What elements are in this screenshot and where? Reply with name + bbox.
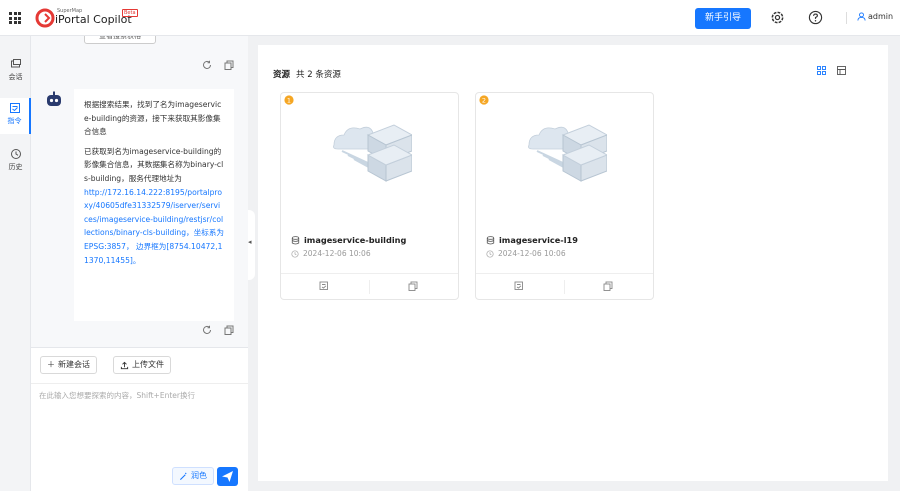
help-icon[interactable] (808, 10, 823, 25)
send-icon (222, 471, 233, 482)
nav-item-chat[interactable]: 会话 (0, 54, 31, 90)
nav-item-command[interactable]: 指令 (0, 98, 31, 134)
details-icon[interactable] (514, 281, 524, 291)
resource-name: imageservice-l19 (486, 235, 578, 245)
chat-messages[interactable]: 查看搜索表格 根据搜索结果，找到了名为imageservice-building… (31, 36, 248, 347)
assistant-message: 根据搜索结果，找到了名为imageservice-building的资源，接下来… (74, 89, 234, 321)
resource-time-text: 2024-12-06 10:06 (498, 249, 566, 258)
grid-view-icon[interactable] (817, 66, 826, 75)
beta-badge: Beta (122, 9, 138, 17)
copy-icon[interactable] (224, 325, 234, 335)
upload-label: 上传文件 (132, 360, 164, 369)
resource-name-text[interactable]: imageservice-l19 (499, 235, 578, 245)
nav-label-command: 指令 (7, 117, 22, 125)
collapse-panel-handle[interactable] (248, 210, 255, 280)
new-chat-button[interactable]: ＋ 新建会话 (40, 356, 97, 374)
username: admin (868, 12, 894, 21)
resource-time: 2024-12-06 10:06 (291, 249, 371, 258)
image-service-thumbnail (528, 124, 607, 182)
database-icon (291, 235, 300, 244)
rank-number: 1 (287, 96, 291, 104)
top-header: SuperMap iPortal Copilot Beta 新手引导 admin (0, 0, 900, 36)
upload-icon (120, 361, 129, 369)
resource-name: imageservice-building (291, 235, 406, 245)
copy-icon[interactable] (408, 281, 418, 291)
resource-title: 资源 (273, 70, 291, 80)
user-menu[interactable]: admin (857, 12, 893, 21)
rank-badge-icon: 1 (284, 95, 294, 105)
clock-icon (486, 249, 494, 258)
plus-icon: ＋ (47, 360, 55, 369)
card-actions (281, 273, 458, 299)
command-icon (9, 103, 20, 113)
left-nav: 会话 指令 历史 (0, 36, 31, 491)
polish-label: 润色 (191, 471, 207, 480)
resource-name-text[interactable]: imageservice-building (304, 235, 406, 245)
upload-file-button[interactable]: 上传文件 (113, 356, 171, 374)
chat-icon (10, 59, 21, 68)
resource-time-text: 2024-12-06 10:06 (303, 249, 371, 258)
resource-header: 资源共 2 条资源 (273, 68, 341, 80)
user-icon (857, 12, 866, 21)
refresh-icon[interactable] (202, 325, 212, 335)
message-input[interactable] (39, 390, 239, 450)
brand-title: iPortal Copilot (55, 13, 132, 26)
nav-label-history: 历史 (8, 163, 23, 171)
message-input-area (31, 383, 248, 473)
magic-wand-icon (179, 472, 187, 480)
resource-panel: 资源共 2 条资源 1 imageservice-building 2024-1… (258, 45, 888, 481)
list-view-icon[interactable] (837, 66, 846, 75)
resource-count: 共 2 条资源 (296, 70, 341, 80)
card-action-divider (369, 280, 370, 294)
gear-icon[interactable] (770, 10, 785, 25)
chat-composer: ＋ 新建会话 上传文件 润色 (31, 347, 248, 491)
rank-badge-icon: 2 (479, 95, 489, 105)
rank-number: 2 (482, 96, 486, 104)
view-search-table-button[interactable]: 查看搜索表格 (84, 36, 156, 44)
message-paragraph-2: 已获取到名为imageservice-building的影像集合信息，其数据集名… (84, 145, 224, 267)
nav-item-history[interactable]: 历史 (0, 144, 31, 180)
history-icon (10, 149, 21, 159)
image-service-thumbnail (333, 124, 412, 182)
clock-icon (291, 249, 299, 258)
polish-button[interactable]: 润色 (172, 467, 214, 485)
message-text: 已获取到名为imageservice-building的影像集合信息，其数据集名… (84, 146, 224, 183)
refresh-icon[interactable] (202, 60, 212, 70)
copilot-avatar-icon (47, 91, 61, 106)
header-divider (846, 12, 847, 24)
guide-button[interactable]: 新手引导 (695, 8, 751, 29)
resource-card[interactable]: 1 imageservice-building 2024-12-06 10:06 (280, 92, 459, 300)
copy-icon[interactable] (603, 281, 613, 291)
resource-card[interactable]: 2 imageservice-l19 2024-12-06 10:06 (475, 92, 654, 300)
resource-time: 2024-12-06 10:06 (486, 249, 566, 258)
message-actions-2 (202, 325, 234, 335)
chat-panel: 查看搜索表格 根据搜索结果，找到了名为imageservice-building… (31, 36, 248, 491)
send-button[interactable] (217, 467, 238, 486)
details-icon[interactable] (319, 281, 329, 291)
database-icon (486, 235, 495, 244)
message-actions-1 (202, 60, 234, 70)
nav-label-chat: 会话 (8, 73, 23, 81)
message-paragraph-1: 根据搜索结果，找到了名为imageservice-building的资源，接下来… (84, 100, 222, 137)
copy-icon[interactable] (224, 60, 234, 70)
card-action-divider (564, 280, 565, 294)
iportal-logo-icon (35, 8, 55, 28)
new-chat-label: 新建会话 (58, 360, 90, 369)
card-actions (476, 273, 653, 299)
apps-grid-icon[interactable] (9, 12, 21, 24)
